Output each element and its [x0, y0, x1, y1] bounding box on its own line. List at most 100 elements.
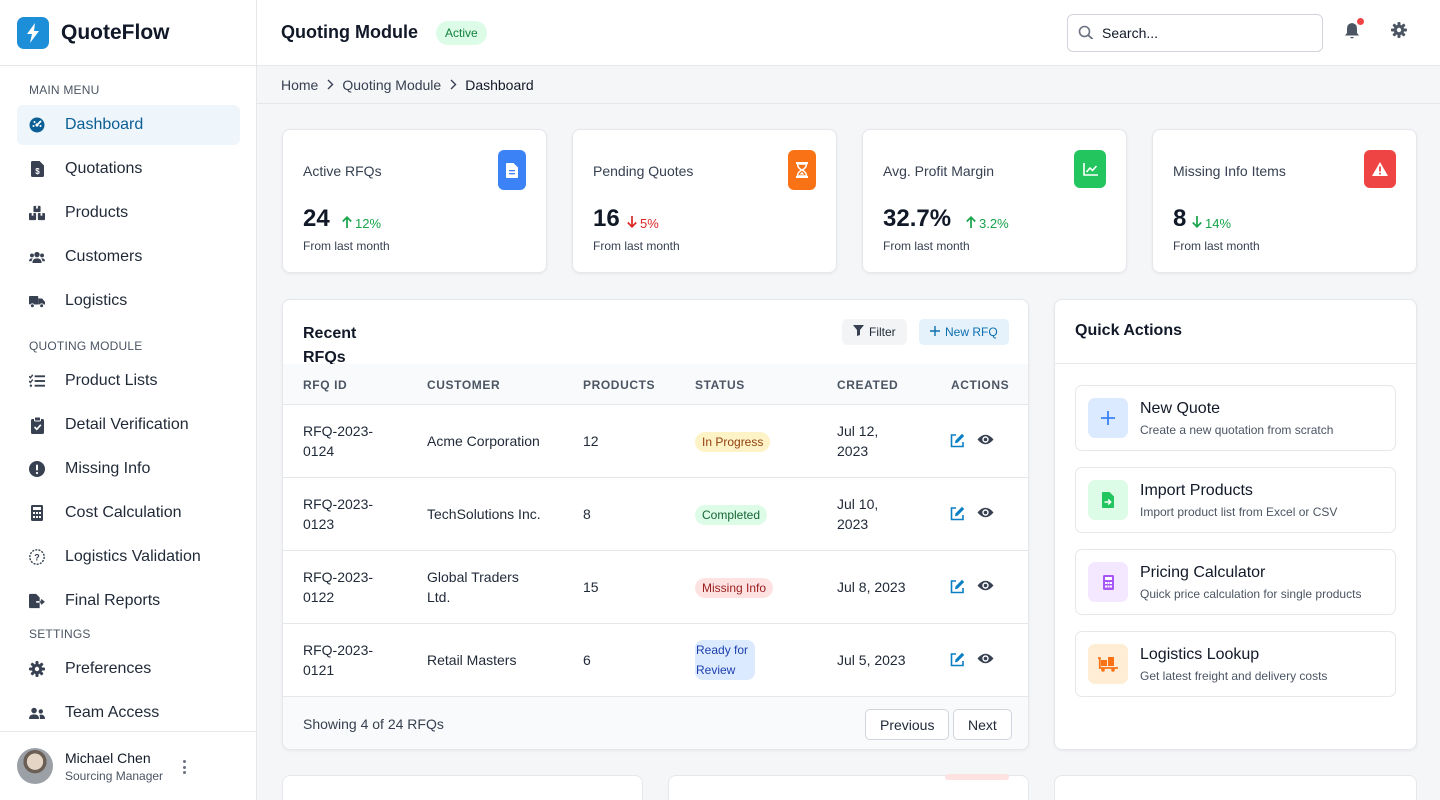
stat-value: 32.7%	[883, 205, 952, 232]
sidebar-item-quotations[interactable]: $ Quotations	[17, 149, 240, 189]
view-eye-icon[interactable]	[977, 433, 994, 449]
view-eye-icon[interactable]	[977, 506, 994, 522]
column-header[interactable]: RFQ ID	[303, 378, 347, 392]
search-input[interactable]	[1102, 25, 1302, 41]
settings-gear-icon[interactable]	[1391, 22, 1411, 42]
created-line: 2023	[837, 443, 869, 459]
quick-action-desc: Get latest freight and delivery costs	[1140, 669, 1328, 683]
quick-action-desc: Create a new quotation from scratch	[1140, 423, 1334, 437]
card-title: Quick Actions	[1055, 300, 1416, 364]
column-header[interactable]: CREATED	[837, 378, 898, 392]
warning-triangle-icon	[1364, 150, 1396, 188]
status-badge	[945, 774, 1009, 780]
sidebar-item-product-lists[interactable]: Product Lists	[17, 361, 240, 401]
sidebar-item-team-access[interactable]: Team Access	[17, 693, 240, 733]
new-rfq-button[interactable]: New RFQ	[919, 319, 1009, 345]
stat-delta: 3.2%	[966, 215, 1009, 231]
breadcrumb-quoting-module[interactable]: Quoting Module	[342, 77, 441, 93]
quick-action-logistics-lookup[interactable]: Logistics Lookup Get latest freight and …	[1075, 631, 1396, 697]
stat-subtext: From last month	[303, 239, 390, 253]
rfq-id-line: RFQ-2023-	[303, 642, 374, 658]
next-button[interactable]: Next	[953, 709, 1012, 740]
sidebar-item-label: Dashboard	[65, 116, 144, 133]
table-row[interactable]: RFQ-2023- 0122 Global Traders Ltd. 15 Miss…	[283, 550, 1028, 623]
table-row[interactable]: RFQ-2023- 0123 TechSolutions Inc. 8 Compl…	[283, 477, 1028, 550]
nav-section-quoting-module: QUOTING MODULE	[29, 339, 143, 353]
search-box[interactable]	[1067, 14, 1323, 52]
sidebar-item-label: Team Access	[65, 704, 160, 721]
arrow-up-icon	[342, 215, 352, 231]
quick-action-import-products[interactable]: Import Products Import product list from…	[1075, 467, 1396, 533]
created-line: Jul 12,	[837, 423, 879, 439]
sidebar-item-logistics-validation[interactable]: ? Logistics Validation	[17, 537, 240, 577]
brand[interactable]: QuoteFlow	[0, 0, 256, 66]
rfq-id: RFQ-2023- 0123	[303, 494, 373, 534]
edit-icon[interactable]	[950, 506, 966, 522]
customer-line: Ltd.	[427, 589, 451, 605]
stat-delta-value: 5%	[640, 216, 659, 231]
sidebar-item-cost-calculation[interactable]: Cost Calculation	[17, 493, 240, 533]
breadcrumb-dashboard: Dashboard	[465, 76, 534, 93]
recent-rfqs-card: Recent RFQs Filter New RFQ RFQ ID CUSTOM…	[282, 299, 1029, 750]
document-icon	[498, 150, 526, 190]
table-row[interactable]: RFQ-2023- 0124 Acme Corporation 12 In Pro…	[283, 404, 1028, 477]
filter-button[interactable]: Filter	[842, 319, 907, 345]
file-export-icon	[29, 593, 45, 609]
sidebar-item-logistics[interactable]: Logistics	[17, 281, 240, 321]
product-count: 6	[583, 652, 591, 668]
sidebar-item-products[interactable]: Products	[17, 193, 240, 233]
stat-subtext: From last month	[593, 239, 680, 253]
quick-action-desc: Quick price calculation for single produ…	[1140, 587, 1362, 601]
product-count: 12	[583, 433, 599, 449]
edit-icon[interactable]	[950, 433, 966, 449]
stat-delta: 12%	[342, 215, 382, 231]
rfq-id: RFQ-2023- 0122	[303, 567, 373, 607]
table-row[interactable]: RFQ-2023- 0121 Retail Masters 6 Ready for…	[283, 623, 1028, 696]
customer-name: Global Traders Ltd.	[427, 567, 519, 607]
quick-action-title: Pricing Calculator	[1140, 564, 1266, 581]
created-date: Jul 5, 2023	[837, 652, 906, 668]
pagination-summary: Showing 4 of 24 RFQs	[303, 716, 444, 732]
stat-card-active-rfqs: Active RFQs 24 12% From last month	[282, 129, 547, 273]
calculator-icon	[1088, 562, 1128, 602]
notification-bell-icon[interactable]	[1344, 18, 1364, 42]
sidebar-item-label: Quotations	[65, 160, 143, 177]
stat-delta-value: 12%	[355, 216, 382, 231]
sidebar-item-preferences[interactable]: Preferences	[17, 649, 240, 689]
sidebar-item-dashboard[interactable]: Dashboard	[17, 105, 240, 145]
sidebar-item-missing-info[interactable]: Missing Info	[17, 449, 240, 489]
quick-actions-card: Quick Actions New Quote Create a new quo…	[1054, 299, 1417, 750]
svg-text:$: $	[35, 167, 40, 176]
created-date: Jul 8, 2023	[837, 579, 906, 595]
sidebar-item-final-reports[interactable]: Final Reports	[17, 581, 240, 621]
column-header[interactable]: STATUS	[695, 378, 745, 392]
stat-delta: 5%	[627, 216, 659, 231]
column-header[interactable]: CUSTOMER	[427, 378, 500, 392]
previous-button[interactable]: Previous	[865, 709, 950, 740]
stat-card-pending-quotes: Pending Quotes 16 5% From last month	[572, 129, 837, 273]
edit-icon[interactable]	[950, 652, 966, 668]
customer-name: Retail Masters	[427, 652, 517, 668]
sidebar-item-label: Missing Info	[65, 460, 151, 477]
user-profile[interactable]: Michael Chen Sourcing Manager	[0, 731, 256, 800]
sidebar-item-label: Cost Calculation	[65, 504, 182, 521]
view-eye-icon[interactable]	[977, 579, 994, 595]
created-date: Jul 10, 2023	[837, 494, 878, 534]
sidebar-item-label: Products	[65, 204, 129, 221]
stat-label: Missing Info Items	[1173, 163, 1286, 179]
stat-value: 24	[303, 205, 330, 232]
quick-action-new-quote[interactable]: New Quote Create a new quotation from sc…	[1075, 385, 1396, 451]
breadcrumb-home[interactable]: Home	[281, 77, 318, 93]
quick-action-pricing-calculator[interactable]: Pricing Calculator Quick price calculati…	[1075, 549, 1396, 615]
edit-icon[interactable]	[950, 579, 966, 595]
stat-card-missing-info-items: Missing Info Items 8 14% From last month	[1152, 129, 1417, 273]
status-badge: Ready for Review	[695, 640, 755, 680]
column-header[interactable]: PRODUCTS	[583, 378, 655, 392]
stat-subtext: From last month	[883, 239, 970, 253]
sidebar-item-detail-verification[interactable]: Detail Verification	[17, 405, 240, 445]
view-eye-icon[interactable]	[977, 652, 994, 668]
nav-section-settings: SETTINGS	[29, 627, 91, 641]
sidebar-item-customers[interactable]: Customers	[17, 237, 240, 277]
stat-subtext: From last month	[1173, 239, 1260, 253]
more-vertical-icon[interactable]	[178, 757, 190, 777]
